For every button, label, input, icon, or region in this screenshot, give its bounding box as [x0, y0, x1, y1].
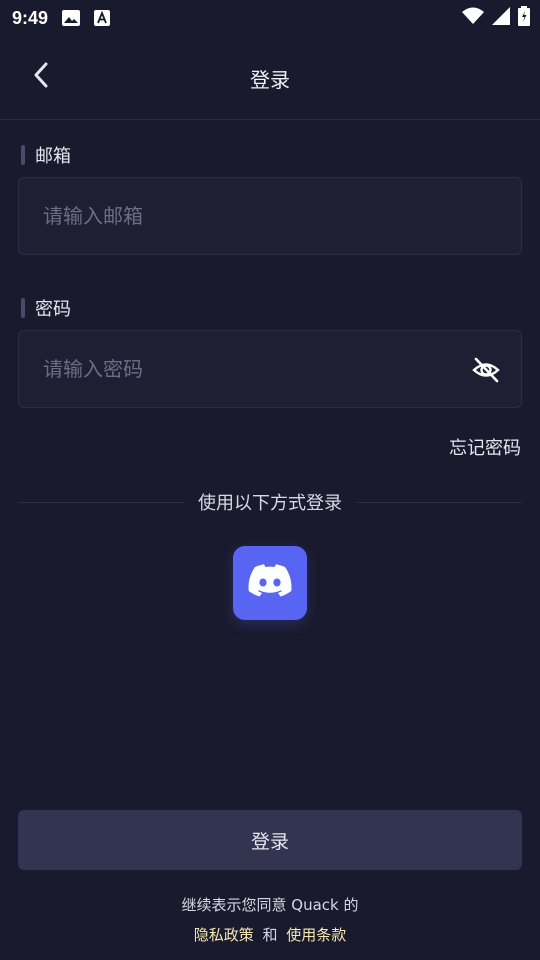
password-field-box	[18, 330, 522, 408]
alt-login-text: 使用以下方式登录	[198, 493, 342, 514]
status-time: 9:49	[12, 7, 49, 28]
battery-icon	[518, 6, 530, 30]
forgot-password-link[interactable]: 忘记密码	[449, 434, 521, 460]
password-label-text: 密码	[35, 299, 71, 320]
email-label-text: 邮箱	[35, 146, 71, 167]
login-button[interactable]: 登录	[18, 810, 522, 870]
email-field-box	[18, 177, 522, 255]
privacy-policy-link[interactable]: 隐私政策	[194, 926, 254, 944]
divider-line-left	[18, 501, 184, 503]
page-title: 登录	[250, 68, 290, 92]
toggle-password-visibility-button[interactable]	[471, 355, 501, 385]
agreement-text: 继续表示您同意 Quack 的 隐私政策 和 使用条款	[0, 890, 540, 950]
label-accent-bar	[21, 145, 25, 165]
email-input[interactable]	[43, 178, 463, 254]
eye-off-icon	[471, 357, 501, 389]
agreement-links-row: 隐私政策 和 使用条款	[0, 920, 540, 950]
label-accent-bar	[21, 298, 25, 318]
signal-icon	[492, 7, 510, 29]
image-icon	[62, 10, 81, 26]
password-input[interactable]	[43, 331, 463, 407]
alt-login-divider: 使用以下方式登录	[18, 490, 522, 514]
status-bar: 9:49	[0, 0, 540, 36]
terms-of-use-link[interactable]: 使用条款	[286, 926, 346, 944]
header: 登录	[0, 36, 540, 120]
agreement-prefix: 继续表示您同意 Quack 的	[181, 896, 359, 914]
discord-login-button[interactable]	[233, 546, 307, 620]
agreement-conjunction: 和	[262, 926, 278, 944]
font-a-icon	[94, 10, 111, 26]
divider-line-right	[356, 501, 522, 503]
email-label: 邮箱	[21, 142, 71, 168]
discord-icon	[248, 564, 292, 602]
wifi-icon	[462, 7, 484, 29]
status-right	[462, 6, 530, 30]
password-label: 密码	[21, 295, 71, 321]
